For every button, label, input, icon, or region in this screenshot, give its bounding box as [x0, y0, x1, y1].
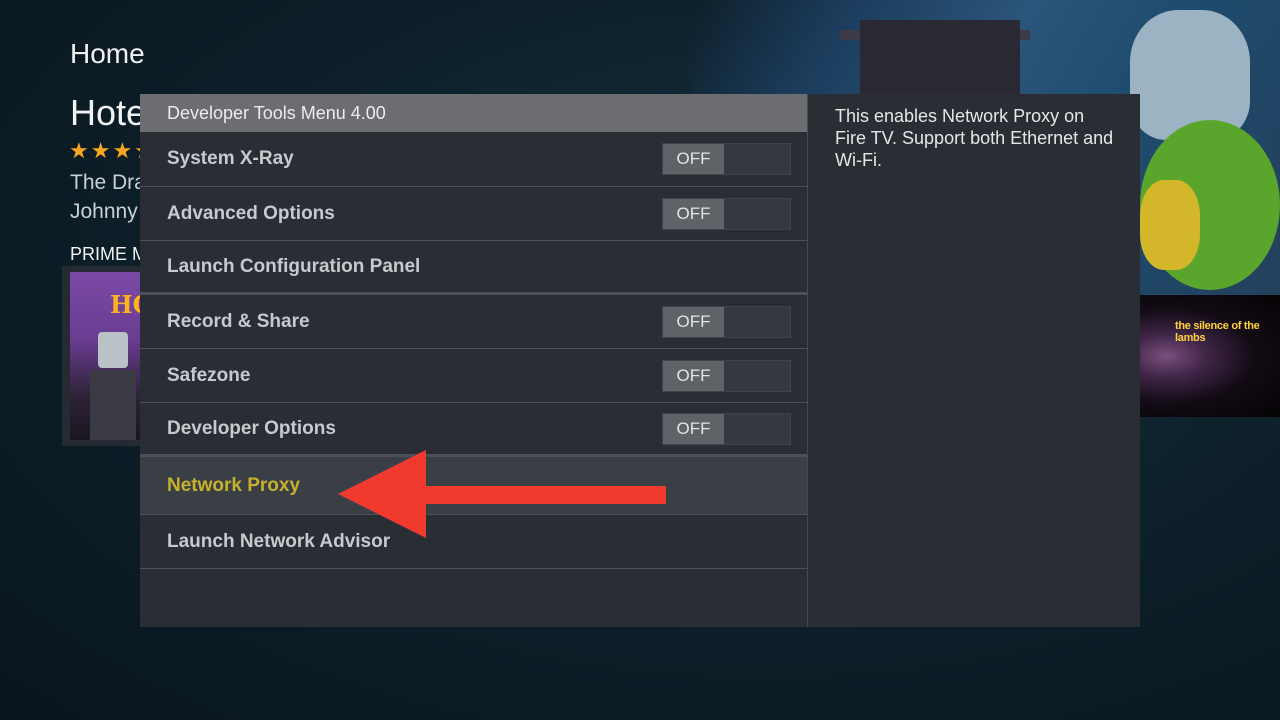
menu-item-system-x-ray[interactable]: System X-Ray OFF: [140, 132, 807, 187]
developer-options-toggle[interactable]: OFF: [662, 412, 791, 445]
section-heading: PRIME M: [70, 244, 148, 264]
description-line: Johnny: [70, 200, 138, 223]
menu-item-label: Record & Share: [167, 310, 310, 332]
menu-item-launch-configuration-panel[interactable]: Launch Configuration Panel: [140, 241, 807, 295]
record-share-toggle[interactable]: OFF: [662, 305, 791, 338]
poster-tile[interactable]: HO: [62, 266, 152, 446]
poster-character: [98, 332, 128, 368]
description-line: The Dra: [70, 171, 146, 194]
toggle-state: OFF: [663, 306, 724, 337]
toggle-state: OFF: [663, 198, 724, 229]
menu-item-label: Launch Configuration Panel: [167, 255, 421, 277]
hero-artwork-character: [1130, 10, 1250, 140]
menu-item-safezone[interactable]: Safezone OFF: [140, 349, 807, 403]
safezone-toggle[interactable]: OFF: [662, 359, 791, 392]
poster-image: HO: [70, 272, 150, 440]
developer-tools-dialog: Developer Tools Menu 4.00 System X-Ray O…: [140, 94, 1140, 627]
toggle-state: OFF: [663, 144, 724, 174]
menu-item-label: Developer Options: [167, 417, 336, 439]
system-x-ray-toggle[interactable]: OFF: [662, 143, 791, 175]
hero-artwork-character: [1140, 180, 1200, 270]
menu-item-record-share[interactable]: Record & Share OFF: [140, 295, 807, 349]
menu-item-advanced-options[interactable]: Advanced Options OFF: [140, 187, 807, 241]
menu-item-label: Advanced Options: [167, 202, 335, 224]
hero-artwork-detail: [860, 20, 1020, 95]
toggle-state: OFF: [663, 360, 724, 391]
menu-header: Developer Tools Menu 4.00: [140, 94, 807, 132]
left-arrow-icon: [338, 450, 666, 538]
help-panel: This enables Network Proxy on Fire TV. S…: [835, 106, 1114, 170]
featured-title: Hote: [70, 92, 147, 133]
poster-character: [90, 370, 136, 440]
menu-item-label: Network Proxy: [167, 474, 301, 496]
page-title: Home: [70, 38, 145, 69]
advanced-options-toggle[interactable]: OFF: [662, 197, 791, 230]
poster-tile[interactable]: [1138, 295, 1280, 417]
arrow-shape: [338, 450, 666, 538]
featured-description: The Dra Johnny: [70, 168, 146, 226]
menu-item-label: System X-Ray: [167, 148, 294, 169]
menu-item-label: Safezone: [167, 364, 251, 386]
menu-item-developer-options[interactable]: Developer Options OFF: [140, 403, 807, 457]
developer-tools-menu: Developer Tools Menu 4.00 System X-Ray O…: [140, 94, 808, 627]
toggle-state: OFF: [663, 413, 724, 444]
poster-title: the silence of the lambs: [1175, 320, 1260, 344]
